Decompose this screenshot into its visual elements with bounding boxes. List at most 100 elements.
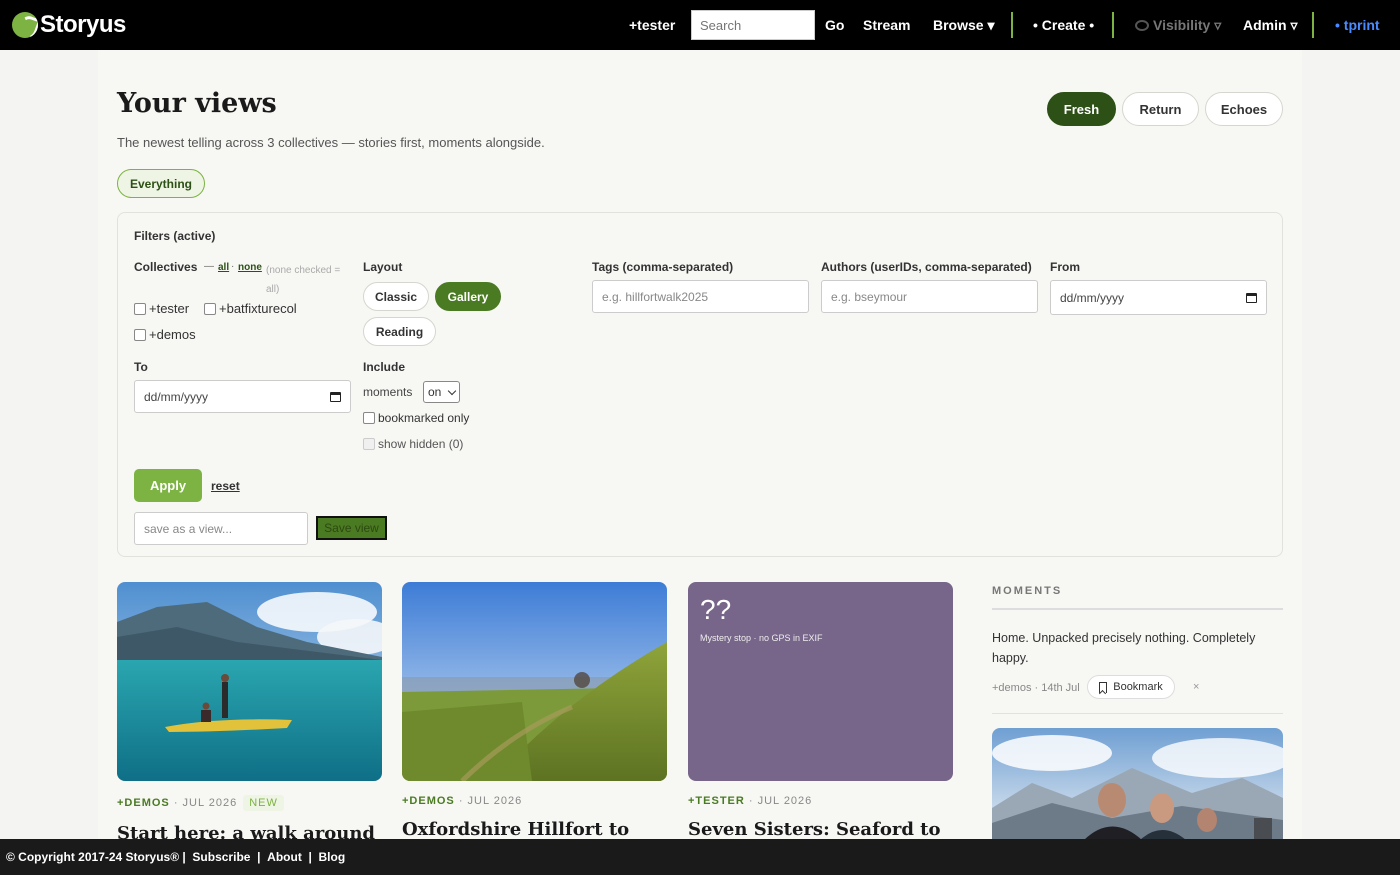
moments-divider	[992, 608, 1283, 610]
collective-label: +batfixturecol	[219, 301, 297, 316]
mode-fresh-button[interactable]: Fresh	[1047, 92, 1116, 126]
chevron-down-icon	[447, 386, 457, 396]
checkbox[interactable]	[363, 438, 375, 450]
authors-input[interactable]: e.g. bseymour	[821, 280, 1038, 313]
nav-admin[interactable]: Admin ▿	[1243, 17, 1297, 34]
card-date: · JUL 2026	[748, 795, 813, 807]
save-view-input[interactable]: save as a view...	[134, 512, 308, 545]
calendar-icon[interactable]	[330, 391, 341, 402]
placeholder-mark: ??	[700, 594, 732, 625]
mode-return-button[interactable]: Return	[1122, 92, 1199, 126]
card-meta: +TESTER · JUL 2026	[688, 795, 953, 807]
lake-paddleboard-image	[117, 582, 382, 781]
collectives-hint: (none checked = all)	[266, 265, 341, 295]
card-image-lake[interactable]	[117, 582, 382, 781]
nav-user[interactable]: • tprint	[1335, 17, 1380, 33]
mountain-selfie-image	[992, 728, 1283, 840]
bookmarked-only-label: bookmarked only	[378, 411, 470, 425]
authors-label: Authors (userIDs, comma-separated)	[821, 260, 1032, 274]
brand-name: Storyus	[40, 11, 126, 38]
brand-logo[interactable]: Storyus	[12, 11, 126, 39]
story-card[interactable]: ?? Mystery stop · no GPS in EXIF +TESTER…	[688, 582, 953, 840]
bookmark-button[interactable]: Bookmark	[1087, 675, 1175, 699]
search-input[interactable]	[691, 10, 815, 40]
calendar-icon[interactable]	[1246, 292, 1257, 303]
everything-chip[interactable]: Everything	[117, 169, 205, 198]
checkbox[interactable]	[134, 328, 146, 341]
bookmark-label: Bookmark	[1113, 681, 1163, 693]
card-meta: +DEMOS · JUL 2026	[402, 795, 667, 807]
footer-link-about[interactable]: About	[267, 850, 302, 864]
tags-input[interactable]: e.g. hillfortwalk2025	[592, 280, 809, 313]
reset-link[interactable]: reset	[211, 479, 240, 493]
collectives-none-link[interactable]: none	[238, 262, 262, 273]
save-view-button[interactable]: Save view	[316, 516, 387, 540]
from-label: From	[1050, 260, 1080, 274]
nav-visibility[interactable]: Visibility ▿	[1135, 17, 1221, 34]
collective-checkbox-batfixturecol[interactable]: +batfixturecol	[204, 301, 297, 316]
card-collective[interactable]: +TESTER	[688, 795, 745, 807]
footer-sep: |	[250, 850, 268, 864]
tags-label: Tags (comma-separated)	[592, 260, 734, 274]
collectives-dot: ·	[231, 261, 235, 272]
checkbox[interactable]	[363, 412, 375, 424]
collectives-label: Collectives	[134, 260, 198, 274]
filters-title: Filters (active)	[134, 229, 216, 243]
nav-collective[interactable]: +tester	[629, 17, 675, 33]
card-collective[interactable]: +DEMOS	[402, 795, 455, 807]
to-date-placeholder: dd/mm/yyyy	[144, 389, 209, 404]
bookmarked-only-checkbox[interactable]: bookmarked only	[363, 411, 469, 425]
apply-button[interactable]: Apply	[134, 469, 202, 502]
story-card[interactable]: +DEMOS · JUL 2026 Oxfordshire Hillfort t…	[402, 582, 667, 840]
nav-browse[interactable]: Browse ▾	[933, 17, 995, 34]
eye-icon	[1135, 20, 1149, 31]
from-date-input[interactable]: dd/mm/yyyy	[1050, 280, 1267, 315]
card-collective[interactable]: +DEMOS	[117, 797, 170, 809]
card-image-placeholder[interactable]: ?? Mystery stop · no GPS in EXIF	[688, 582, 953, 781]
card-date: · JUL 2026	[173, 797, 238, 809]
nav-divider	[1312, 12, 1314, 38]
collective-checkbox-demos[interactable]: +demos	[134, 327, 196, 342]
moments-include-label: moments	[363, 385, 413, 399]
filters-panel: Filters (active) Collectives — all · non…	[117, 212, 1283, 557]
new-badge: NEW	[243, 795, 284, 811]
card-title[interactable]: Seven Sisters: Seaford to	[688, 819, 953, 840]
show-hidden-checkbox[interactable]: show hidden (0)	[363, 437, 463, 451]
include-label: Include	[363, 360, 406, 374]
nav-create[interactable]: • Create •	[1033, 17, 1094, 33]
top-nav: Storyus +tester Go Stream Browse ▾ • Cre…	[0, 0, 1400, 50]
from-date-placeholder: dd/mm/yyyy	[1060, 290, 1125, 305]
card-date: · JUL 2026	[458, 795, 523, 807]
page-title: Your views	[117, 88, 277, 119]
footer-sep: |	[179, 850, 193, 864]
nav-visibility-label: Visibility ▿	[1153, 17, 1222, 33]
to-date-input[interactable]: dd/mm/yyyy	[134, 380, 351, 413]
moment-image[interactable]	[992, 728, 1283, 840]
collective-label: +demos	[149, 327, 196, 342]
nav-stream[interactable]: Stream	[863, 17, 910, 33]
moments-select[interactable]: on	[423, 381, 460, 403]
layout-gallery-button[interactable]: Gallery	[435, 282, 501, 311]
card-meta: +DEMOS · JUL 2026 NEW	[117, 795, 382, 811]
nav-divider	[1112, 12, 1114, 38]
layout-label: Layout	[363, 260, 403, 274]
collectives-all-link[interactable]: all	[218, 262, 229, 273]
to-label: To	[134, 360, 148, 374]
moments-divider	[992, 713, 1283, 714]
checkbox[interactable]	[134, 302, 146, 315]
collective-checkbox-tester[interactable]: +tester	[134, 301, 189, 316]
story-card[interactable]: +DEMOS · JUL 2026 NEW Start here: a walk …	[117, 582, 382, 844]
footer-link-subscribe[interactable]: Subscribe	[192, 850, 250, 864]
footer-link-blog[interactable]: Blog	[319, 850, 346, 864]
moment-text: Home. Unpacked precisely nothing. Comple…	[992, 631, 1256, 665]
moments-select-value: on	[428, 385, 442, 399]
layout-reading-button[interactable]: Reading	[363, 317, 436, 346]
footer-copyright: © Copyright 2017-24 Storyus®	[6, 850, 180, 864]
dismiss-moment-button[interactable]: ×	[1193, 681, 1199, 693]
go-button[interactable]: Go	[825, 17, 844, 33]
checkbox[interactable]	[204, 302, 216, 315]
card-image-hillfort[interactable]	[402, 582, 667, 781]
mode-echoes-button[interactable]: Echoes	[1205, 92, 1283, 126]
card-title[interactable]: Oxfordshire Hillfort to	[402, 819, 667, 840]
layout-classic-button[interactable]: Classic	[363, 282, 429, 311]
